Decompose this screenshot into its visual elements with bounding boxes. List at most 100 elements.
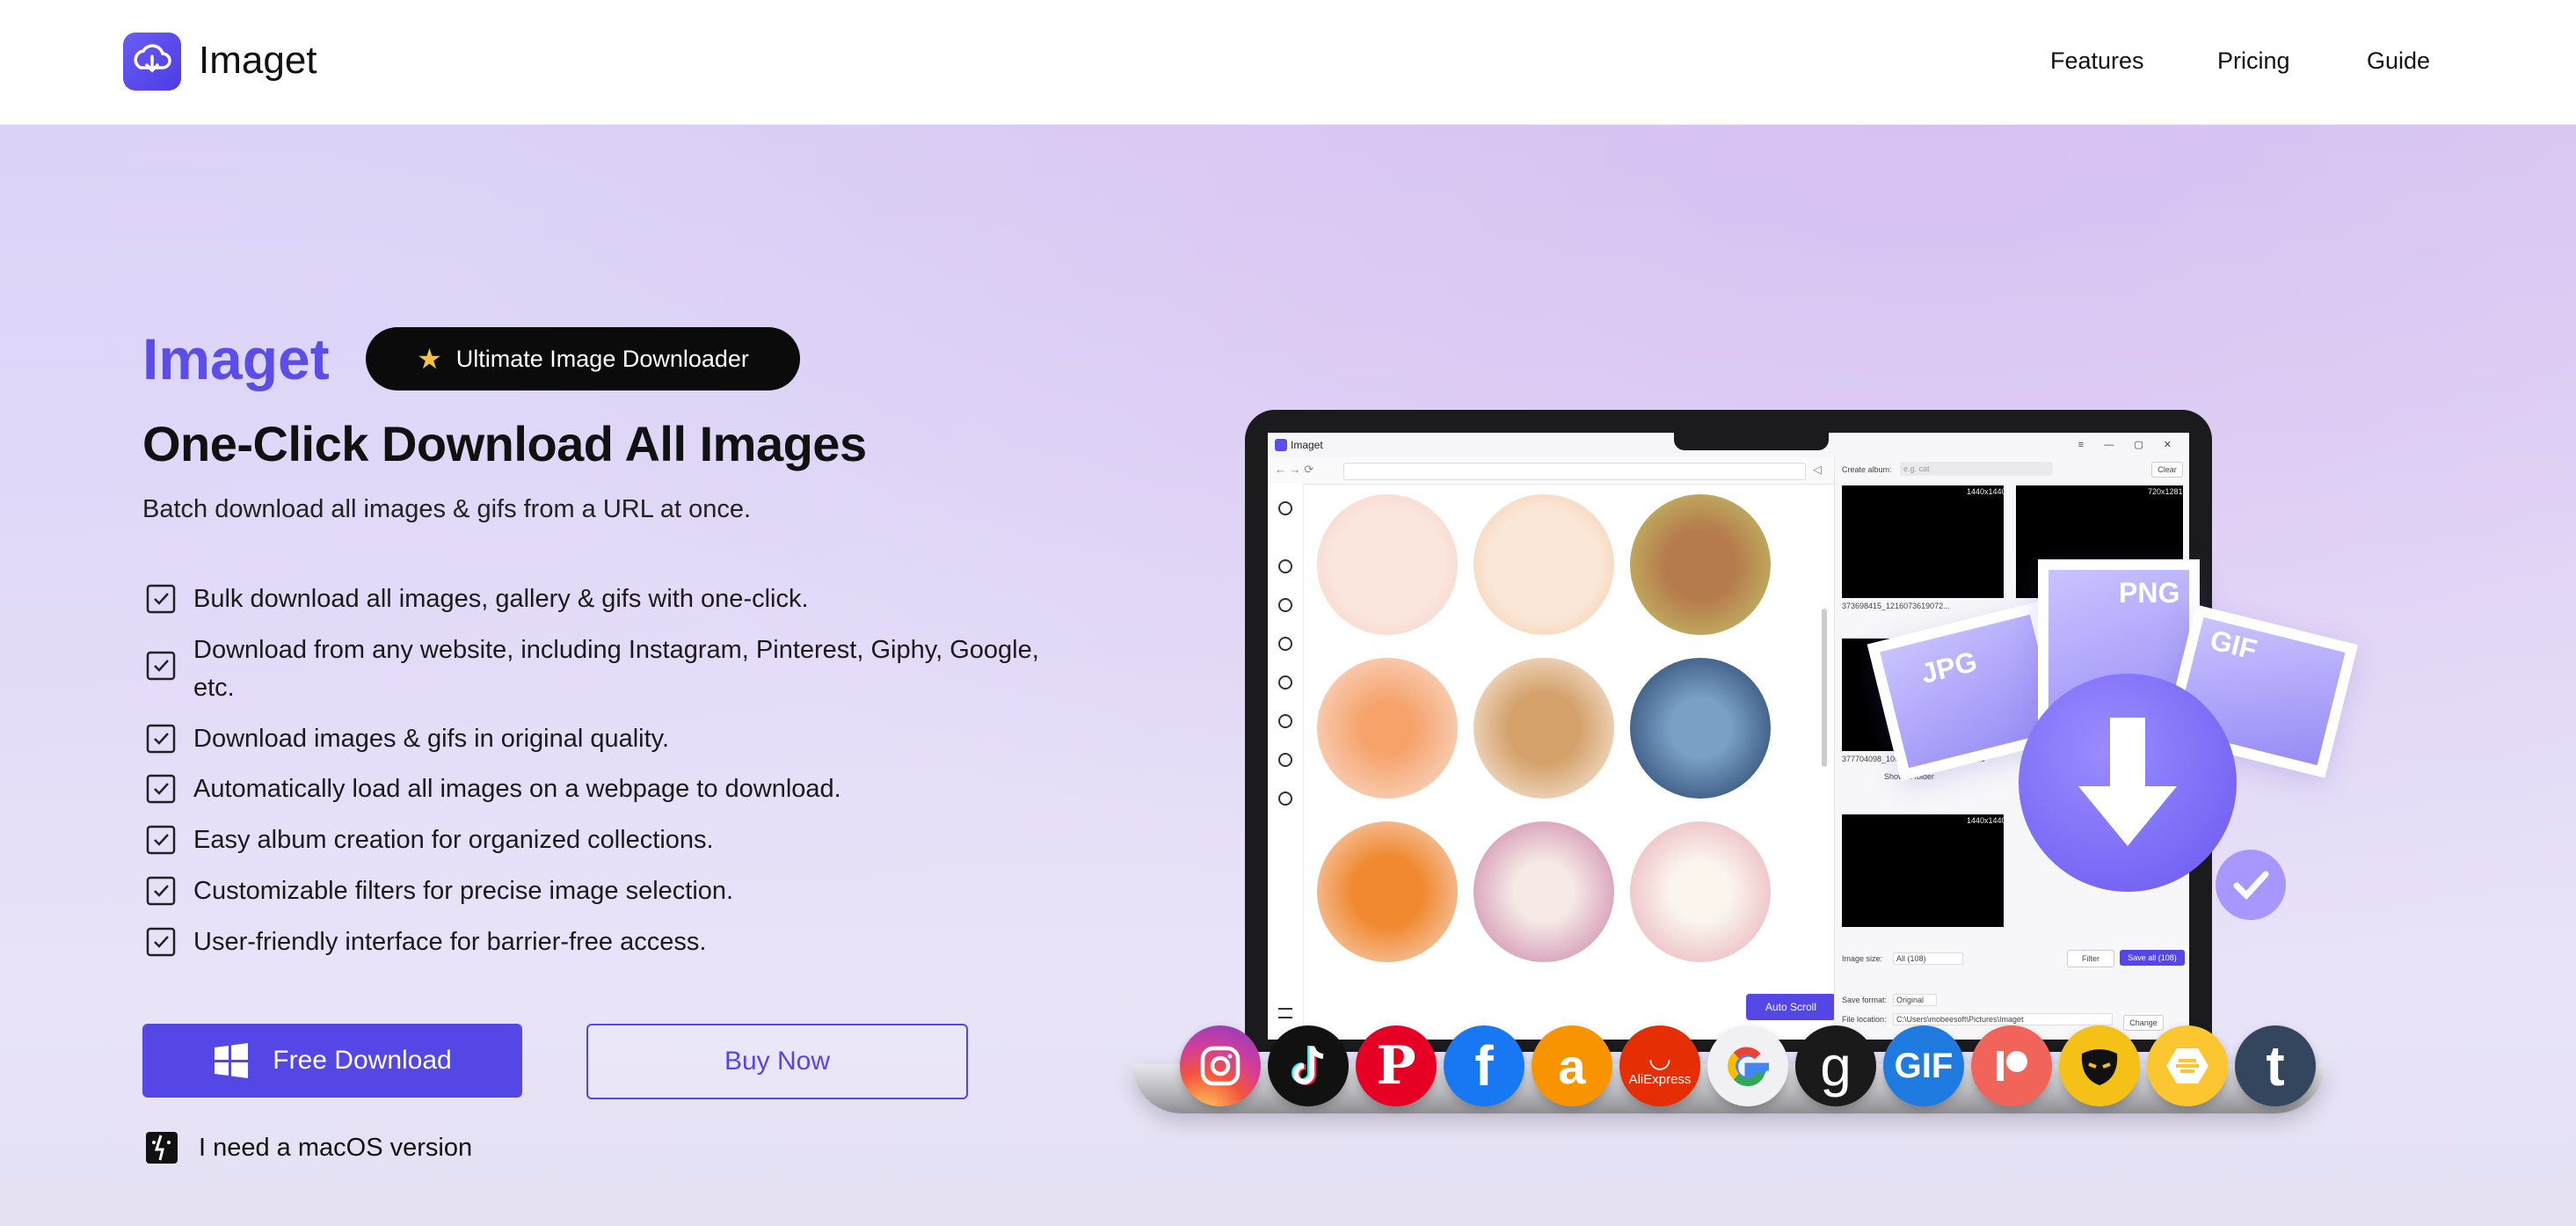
image-size-label: Image size:: [1842, 954, 1883, 963]
menu-nav-icon: [1278, 1008, 1292, 1018]
free-download-label: Free Download: [273, 1046, 452, 1075]
pinterest-icon: P: [1356, 1025, 1437, 1106]
filter-button: Filter: [2067, 950, 2114, 967]
png-label: PNG: [2119, 577, 2180, 609]
feature-text: Easy album creation for organized collec…: [193, 826, 714, 854]
free-download-button[interactable]: Free Download: [142, 1024, 522, 1098]
instagram-icon: [1180, 1025, 1261, 1106]
google-icon: [1707, 1025, 1788, 1106]
feature-text: Download images & gifs in original quali…: [193, 725, 670, 753]
aliexpress-icon: ◡ AliExpress: [1619, 1025, 1700, 1106]
checkbox-check-icon: [146, 774, 176, 804]
grid-image: [1474, 821, 1614, 962]
patreon-icon: [1971, 1025, 2052, 1106]
nav-pricing-link[interactable]: Pricing: [2217, 47, 2290, 75]
feature-list-item: Easy album creation for organized collec…: [146, 821, 1078, 859]
album-name-input: e.g. cat: [1900, 462, 2053, 476]
hero-headline: One-Click Download All Images: [142, 416, 867, 471]
feature-text: User-friendly interface for barrier-free…: [193, 928, 707, 956]
top-navigation-bar: Imaget Features Pricing Guide: [0, 0, 2576, 125]
grid-scrollbar: [1822, 609, 1827, 767]
macos-version-label: I need a macOS version: [199, 1133, 473, 1162]
grid-image: [1630, 821, 1771, 962]
home-nav-icon: [1278, 559, 1292, 573]
checkbox-check-icon: [146, 876, 176, 906]
buy-now-button[interactable]: Buy Now: [586, 1024, 968, 1099]
file-location-label: File location:: [1842, 1015, 1887, 1024]
star-icon: ★: [417, 343, 442, 375]
feature-list-item: Customizable filters for precise image s…: [146, 872, 1078, 910]
grid-image: [1630, 494, 1771, 635]
instagram-nav-icon: [1278, 501, 1292, 515]
nav-features-link[interactable]: Features: [2050, 47, 2144, 75]
download-arrow-icon: [2019, 674, 2237, 892]
checkbox-check-icon: [146, 927, 176, 957]
feature-list-item: Download from any website, including Ins…: [146, 631, 1078, 707]
laptop-camera-notch: [1674, 427, 1829, 450]
macos-finder-icon: [146, 1132, 178, 1164]
checkbox-check-icon: [146, 724, 176, 754]
grindr-icon: [2059, 1025, 2140, 1106]
giphy-icon: GIF: [1883, 1025, 1964, 1106]
grid-image: [1474, 658, 1614, 799]
result-image: [1842, 814, 2004, 927]
feature-text: Download from any website, including Ins…: [193, 636, 1039, 702]
grid-image: [1317, 821, 1458, 962]
app-icon: [1275, 439, 1287, 451]
url-field: [1343, 463, 1806, 480]
checkbox-check-icon: [146, 584, 176, 614]
aliexpress-label: AliExpress: [1628, 1071, 1692, 1087]
image-size-select: All (108): [1893, 952, 1963, 965]
check-badge-icon: [2216, 850, 2286, 920]
image-size-tag: 1440x1440: [1967, 816, 2006, 825]
hero-subtitle: Batch download all images & gifs from a …: [142, 495, 752, 523]
clear-button: Clear: [2151, 462, 2183, 478]
feature-text: Bulk download all images, gallery & gifs…: [193, 585, 809, 613]
file-name-text: 373698415_1216073619072...: [1842, 602, 1950, 610]
result-image: [1842, 485, 2004, 598]
search-nav-icon: [1278, 598, 1292, 612]
nav-guide-link[interactable]: Guide: [2367, 47, 2430, 75]
ultimate-downloader-badge: ★ Ultimate Image Downloader: [366, 327, 800, 390]
facebook-icon: f: [1444, 1025, 1524, 1106]
feature-list-item: Bulk download all images, gallery & gifs…: [146, 580, 1078, 618]
amazon-icon: a: [1532, 1025, 1612, 1106]
file-location-field: C:\Users\mobeesoft\Pictures\Imaget: [1893, 1013, 2113, 1025]
image-size-tag: 720x1281: [2148, 487, 2183, 496]
read-aloud-icon: ◁: [1813, 463, 1822, 476]
feature-text: Automatically load all images on a webpa…: [193, 775, 841, 803]
bumble-icon: [2147, 1025, 2228, 1106]
tiktok-icon: [1268, 1025, 1349, 1106]
app-sidebar: [1268, 484, 1304, 1040]
grid-image: [1317, 494, 1458, 635]
badge-label: Ultimate Image Downloader: [455, 345, 749, 372]
hero-brand-title: Imaget: [142, 326, 330, 391]
grid-image: [1630, 658, 1771, 799]
add-nav-icon: [1278, 792, 1292, 806]
goodreads-icon: g: [1795, 1025, 1876, 1106]
browser-url-bar: ← → ⟳ ◁: [1268, 457, 1834, 485]
back-forward-refresh-icon: ← → ⟳: [1275, 463, 1314, 476]
imaget-logo-icon[interactable]: [123, 33, 181, 91]
checkbox-check-icon: [146, 651, 176, 681]
save-format-select: Original: [1893, 994, 1937, 1006]
feature-list-item: Automatically load all images on a webpa…: [146, 770, 1078, 808]
window-controls-icon: ≡ — ▢ ✕: [2078, 440, 2180, 450]
giphy-label: GIF: [1894, 1046, 1954, 1085]
compass-nav-icon: [1278, 637, 1292, 651]
heart-nav-icon: [1278, 753, 1292, 767]
checkbox-check-icon: [146, 825, 176, 855]
app-window-title: Imaget: [1291, 439, 1323, 451]
brand-name[interactable]: Imaget: [199, 39, 317, 83]
save-all-button: Save all (108): [2120, 950, 2185, 966]
feature-list-item: Download images & gifs in original quali…: [146, 720, 1078, 758]
change-location-button: Change: [2123, 1015, 2164, 1031]
grid-image: [1317, 658, 1458, 799]
create-album-label: Create album:: [1842, 465, 1892, 474]
save-format-label: Save format:: [1842, 996, 1888, 1004]
send-nav-icon: [1278, 714, 1292, 728]
image-size-tag: 1440x1440: [1967, 487, 2006, 496]
windows-icon: [215, 1043, 249, 1078]
tumblr-icon: t: [2235, 1025, 2316, 1106]
macos-version-link[interactable]: I need a macOS version: [144, 1130, 472, 1165]
